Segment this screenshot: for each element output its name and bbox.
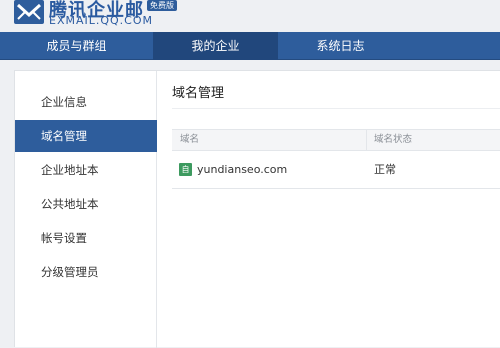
tab-system-log[interactable]: 系统日志 xyxy=(278,32,403,60)
domain-table: 域名 域名状态 自 yundianseo.com 正常 xyxy=(172,129,500,189)
column-header-domain: 域名 xyxy=(180,134,200,145)
domain-name-link[interactable]: yundianseo.com xyxy=(197,162,287,177)
sidebar-item-account-settings[interactable]: 帐号设置 xyxy=(15,222,157,254)
sidebar-item-public-address-book[interactable]: 公共地址本 xyxy=(15,188,157,220)
top-nav: 成员与群组 我的企业 系统日志 xyxy=(0,32,500,60)
content-card: 企业信息 域名管理 企业地址本 公共地址本 帐号设置 分级管理员 域名管理 域名… xyxy=(14,70,500,348)
sidebar: 企业信息 域名管理 企业地址本 公共地址本 帐号设置 分级管理员 xyxy=(15,71,157,348)
sidebar-item-enterprise-address-book[interactable]: 企业地址本 xyxy=(15,154,157,186)
main-panel: 域名管理 域名 域名状态 自 yundianseo.com 正常 xyxy=(157,71,500,348)
sidebar-item-enterprise-info[interactable]: 企业信息 xyxy=(15,86,157,118)
column-divider xyxy=(366,130,367,150)
title-divider xyxy=(172,108,500,109)
domain-badge-icon: 自 xyxy=(179,163,192,176)
domain-status: 正常 xyxy=(374,163,396,176)
table-header: 域名 域名状态 xyxy=(172,129,500,151)
free-edition-badge: 免费版 xyxy=(147,0,177,11)
sidebar-item-sub-administrators[interactable]: 分级管理员 xyxy=(15,256,157,288)
page-title: 域名管理 xyxy=(172,86,225,101)
sidebar-item-domain-management[interactable]: 域名管理 xyxy=(15,120,157,152)
mail-logo-icon xyxy=(14,0,44,24)
brand-url: EXMAIL.QQ.COM xyxy=(49,14,154,27)
tab-my-enterprise[interactable]: 我的企业 xyxy=(153,32,278,60)
header: 腾讯企业邮 EXMAIL.QQ.COM 免费版 xyxy=(0,0,500,32)
column-header-domain-status: 域名状态 xyxy=(374,134,413,145)
tab-members-groups[interactable]: 成员与群组 xyxy=(0,32,153,60)
table-row: 自 yundianseo.com 正常 xyxy=(172,151,500,189)
